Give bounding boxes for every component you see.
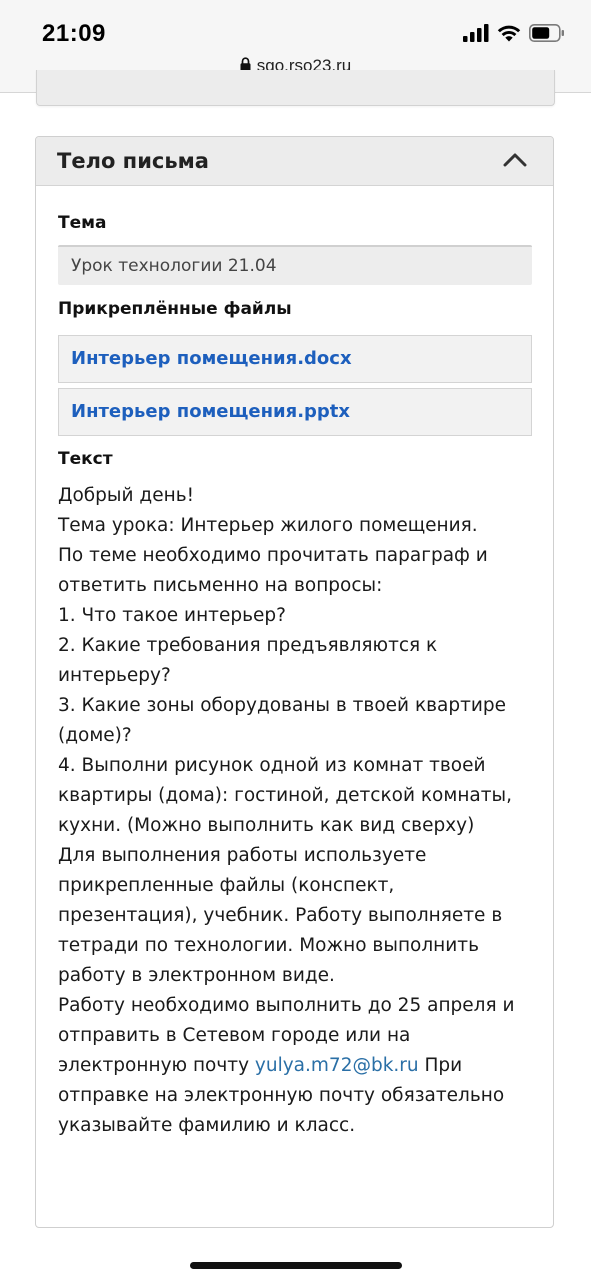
status-icons (463, 24, 565, 42)
previous-card (36, 70, 555, 106)
text-line: По теме необходимо прочитать параграф и (58, 545, 488, 566)
text-line: отправке на электронную почту обязательн… (58, 1085, 505, 1106)
text-line: Тема урока: Интерьер жилого помещения. (58, 515, 478, 536)
text-line: Для выполнения работы используете (58, 845, 427, 866)
text-line: работу в электронном виде. (58, 965, 335, 986)
text-line-email: электронную почту yulya.m72@bk.ru При (58, 1051, 538, 1081)
text-label: Текст (58, 449, 113, 469)
attachment-link-docx[interactable]: Интерьер помещения.docx (58, 335, 532, 383)
card-title: Тело письма (57, 149, 209, 173)
text-line: 3. Какие зоны оборудованы в твоей кварти… (58, 695, 507, 716)
subject-field: Урок технологии 21.04 (58, 245, 532, 285)
text-line: Добрый день! (58, 485, 195, 506)
text-line: 2. Какие требования предъявляются к (58, 635, 438, 656)
status-time: 21:09 (42, 20, 106, 47)
text-line: указывайте фамилию и класс. (58, 1115, 356, 1136)
email-prefix: электронную почту (58, 1055, 255, 1076)
text-line: прикрепленные файлы (конспект, (58, 875, 395, 896)
text-line: 4. Выполни рисунок одной из комнат твоей (58, 755, 486, 776)
text-line: 1. Что такое интерьер? (58, 605, 286, 626)
text-line: квартиры (дома): гостиной, детской комна… (58, 785, 513, 806)
wifi-icon (497, 25, 521, 42)
text-line: интерьеру? (58, 665, 171, 686)
signal-icon (463, 24, 489, 42)
message-text: Добрый день! Тема урока: Интерьер жилого… (58, 481, 538, 1141)
attachment-link-pptx[interactable]: Интерьер помещения.pptx (58, 388, 532, 436)
text-line: ответить письменно на вопросы: (58, 575, 383, 596)
text-line: презентация), учебник. Работу выполняете… (58, 905, 503, 926)
chevron-up-icon[interactable] (503, 152, 527, 168)
message-body-card: Тело письма Тема Урок технологии 21.04 П… (35, 136, 554, 1228)
subject-label: Тема (58, 213, 107, 233)
text-line: Работу необходимо выполнить до 25 апреля… (58, 995, 515, 1016)
attachments-label: Прикреплённые файлы (58, 299, 292, 319)
text-line: кухни. (Можно выполнить как вид сверху) (58, 815, 475, 836)
home-indicator[interactable] (190, 1262, 402, 1269)
battery-icon (529, 24, 564, 42)
text-line: (доме)? (58, 725, 132, 746)
text-line: отправить в Сетевом городе или на (58, 1025, 411, 1046)
email-link[interactable]: yulya.m72@bk.ru (255, 1055, 419, 1076)
email-suffix: При (418, 1055, 463, 1076)
card-header[interactable]: Тело письма (36, 137, 553, 186)
text-line: тетради по технологии. Можно выполнить (58, 935, 479, 956)
